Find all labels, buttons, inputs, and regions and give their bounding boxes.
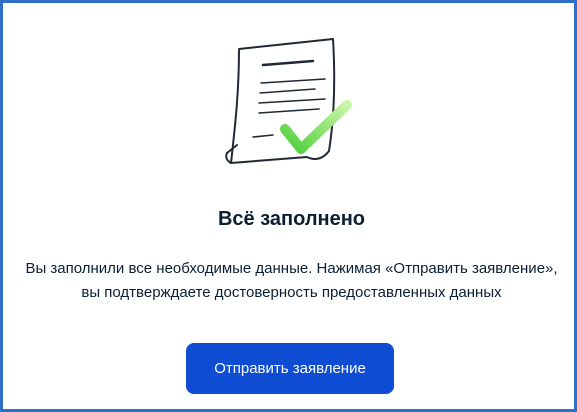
dialog-description: Вы заполнили все необходимые данные. Наж…	[25, 260, 558, 301]
document-check-icon	[215, 33, 365, 173]
confirmation-dialog: Всё заполнено Вы заполнили все необходим…	[0, 0, 577, 412]
submit-application-button[interactable]: Отправить заявление	[186, 343, 394, 394]
dialog-title: Всё заполнено	[217, 208, 366, 230]
